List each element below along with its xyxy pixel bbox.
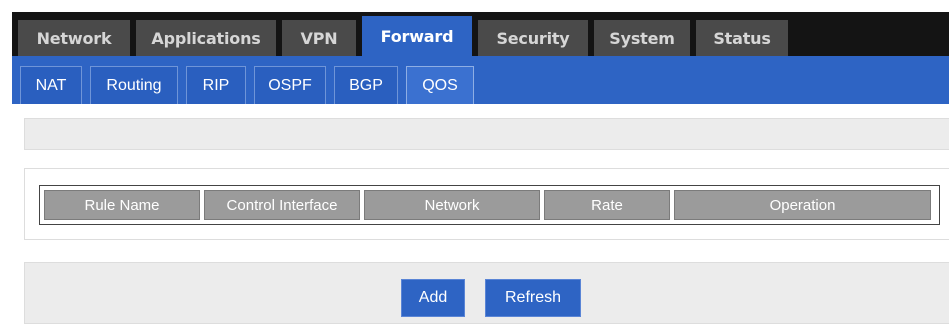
tab-vpn[interactable]: VPN — [282, 20, 356, 56]
col-rule-name: Rule Name — [44, 190, 200, 220]
col-operation: Operation — [674, 190, 931, 220]
tab-status[interactable]: Status — [696, 20, 788, 56]
subtab-nat[interactable]: NAT — [20, 66, 82, 104]
tab-system[interactable]: System — [594, 20, 690, 56]
info-strip — [24, 118, 949, 150]
col-rate: Rate — [544, 190, 670, 220]
main-nav-bar: Network Applications VPN Forward Securit… — [12, 12, 949, 56]
col-network: Network — [364, 190, 540, 220]
rules-table-panel: Rule Name Control Interface Network Rate… — [24, 168, 949, 240]
refresh-button[interactable]: Refresh — [485, 279, 581, 317]
tab-security[interactable]: Security — [478, 20, 588, 56]
subtab-ospf[interactable]: OSPF — [254, 66, 326, 104]
subtab-qos[interactable]: QOS — [406, 66, 474, 104]
sub-nav-bar: NAT Routing RIP OSPF BGP QOS — [12, 56, 949, 104]
action-panel: Add Refresh — [24, 262, 949, 324]
rules-table: Rule Name Control Interface Network Rate… — [39, 185, 940, 225]
col-control-interface: Control Interface — [204, 190, 360, 220]
tab-network[interactable]: Network — [18, 20, 130, 56]
tab-forward[interactable]: Forward — [362, 16, 472, 56]
table-header-row: Rule Name Control Interface Network Rate… — [44, 190, 935, 220]
subtab-bgp[interactable]: BGP — [334, 66, 398, 104]
add-button[interactable]: Add — [401, 279, 465, 317]
subtab-rip[interactable]: RIP — [186, 66, 246, 104]
subtab-routing[interactable]: Routing — [90, 66, 178, 104]
tab-applications[interactable]: Applications — [136, 20, 276, 56]
